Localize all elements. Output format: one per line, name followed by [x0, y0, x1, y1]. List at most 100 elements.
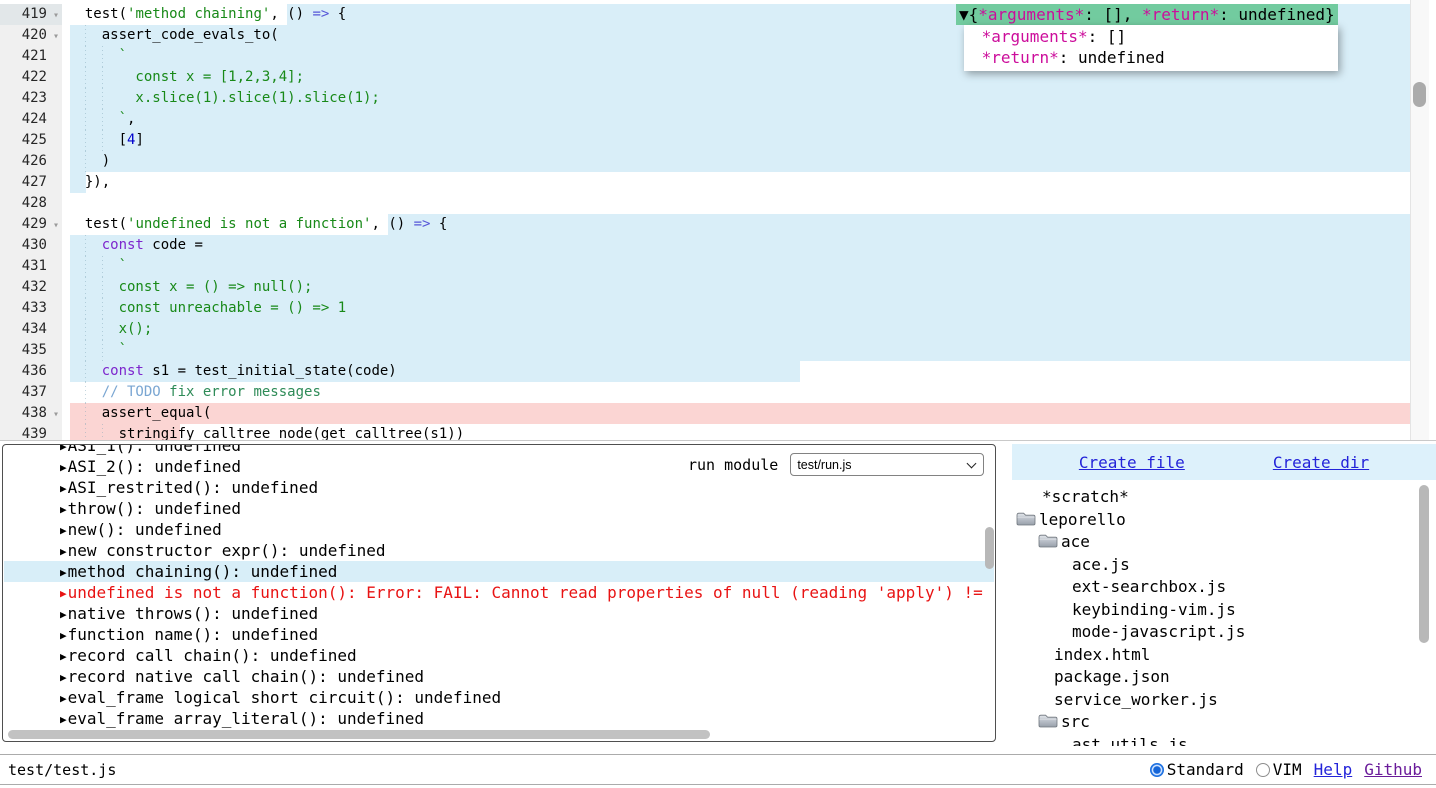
editor-scrollbar-track[interactable]: [1410, 0, 1429, 441]
code-line[interactable]: `,424: [0, 109, 1410, 130]
code-line[interactable]: `431: [0, 256, 1410, 277]
file-tree-label: ast_utils.js: [1072, 735, 1188, 747]
file-tree-file[interactable]: *scratch*: [1012, 486, 1422, 508]
calltree-node[interactable]: ▶eval_frame array_literal(): undefined: [4, 708, 994, 729]
calltree-node[interactable]: ▶new(): undefined: [4, 519, 994, 540]
code-line[interactable]: `435: [0, 340, 1410, 361]
run-module-select[interactable]: test/run.js: [790, 453, 984, 476]
calltree-node[interactable]: ▶new constructor expr(): undefined: [4, 540, 994, 561]
expand-arrow-icon[interactable]: ▶: [60, 587, 67, 600]
folder-icon: [1038, 712, 1058, 726]
calltree-node[interactable]: ▶function name(): undefined: [4, 624, 994, 645]
file-tree-file[interactable]: index.html: [1012, 644, 1422, 666]
code-line[interactable]: const x = () => null();432: [0, 277, 1410, 298]
calltree-node[interactable]: ▶undefined is not a function(): Error: F…: [4, 582, 994, 603]
calltree-vertical-scrollbar-thumb[interactable]: [985, 527, 994, 569]
file-tree-file[interactable]: ast_utils.js: [1012, 734, 1422, 747]
expand-arrow-icon[interactable]: ▶: [60, 566, 67, 579]
github-link[interactable]: Github: [1364, 760, 1422, 779]
file-tree-file[interactable]: package.json: [1012, 666, 1422, 688]
calltree-node[interactable]: ▶ASI_restrited(): undefined: [4, 477, 994, 498]
fold-arrow-icon[interactable]: ▾: [53, 215, 59, 236]
calltree-node[interactable]: ▶record call chain(): undefined: [4, 645, 994, 666]
radio-unselected-icon[interactable]: [1256, 763, 1270, 777]
help-link[interactable]: Help: [1314, 760, 1353, 779]
gutter-line-number[interactable]: 429▾: [0, 214, 62, 235]
editor-scrollbar-thumb[interactable]: [1413, 82, 1426, 107]
expand-arrow-icon[interactable]: ▶: [60, 692, 67, 705]
code-line[interactable]: x();434: [0, 319, 1410, 340]
keybinding-option-standard[interactable]: Standard: [1150, 760, 1244, 779]
code-token: `: [119, 111, 127, 127]
expand-arrow-icon[interactable]: ▶: [60, 629, 67, 642]
code-editor[interactable]: test('method chaining', () => {▼{*argume…: [0, 0, 1436, 441]
expand-arrow-icon[interactable]: ▶: [60, 482, 67, 495]
file-tree-folder[interactable]: ace: [1012, 531, 1422, 553]
code-token: *arguments*: [978, 5, 1084, 24]
expand-arrow-icon[interactable]: ▶: [60, 503, 67, 516]
file-tree-folder[interactable]: src: [1012, 711, 1422, 733]
calltree-horizontal-scrollbar-thumb[interactable]: [8, 730, 710, 739]
code-line[interactable]: x.slice(1).slice(1).slice(1);423: [0, 88, 1410, 109]
create-file-link[interactable]: Create file: [1079, 453, 1185, 472]
gutter-line-number[interactable]: 419▾: [0, 4, 62, 25]
gutter-line-number[interactable]: 420▾: [0, 25, 62, 46]
file-tree-file[interactable]: ext-searchbox.js: [1012, 576, 1422, 598]
expand-arrow-icon[interactable]: ▶: [60, 444, 67, 453]
code-token: [68, 258, 119, 274]
fold-arrow-icon[interactable]: ▾: [53, 5, 59, 26]
fold-arrow-icon[interactable]: ▾: [53, 404, 59, 425]
radio-selected-icon[interactable]: [1150, 763, 1164, 777]
calltree-node[interactable]: ▶eval_frame logical short circuit(): und…: [4, 687, 994, 708]
calltree-node[interactable]: ▶native throws(): undefined: [4, 603, 994, 624]
expand-arrow-icon[interactable]: ▶: [60, 545, 67, 558]
file-tree-file[interactable]: keybinding-vim.js: [1012, 599, 1422, 621]
create-dir-link[interactable]: Create dir: [1273, 453, 1369, 472]
code-token: ,: [270, 6, 287, 22]
calltree-node[interactable]: ▶record native call chain(): undefined: [4, 666, 994, 687]
expand-arrow-icon[interactable]: ▶: [60, 608, 67, 621]
calltree-node[interactable]: ▶throw(): undefined: [4, 498, 994, 519]
code-token: : undefined}: [1219, 5, 1335, 24]
file-tree-file[interactable]: service_worker.js: [1012, 689, 1422, 711]
code-line[interactable]: const s1 = test_initial_state(code)436: [0, 361, 1410, 382]
file-tree-label: keybinding-vim.js: [1072, 600, 1236, 619]
code-line[interactable]: const code =430: [0, 235, 1410, 256]
calltree-node[interactable]: ▶method chaining(): undefined: [4, 561, 994, 582]
inline-result-widget[interactable]: ▼{*arguments*: [], *return*: undefined}: [956, 4, 1338, 25]
gutter-line-number: 426: [0, 151, 62, 172]
code-line[interactable]: const unreachable = () => 1433: [0, 298, 1410, 319]
gutter-line-number[interactable]: 438▾: [0, 403, 62, 424]
result-popup-row[interactable]: *return*: undefined: [972, 47, 1330, 68]
code-token: code =: [144, 237, 203, 253]
code-line[interactable]: stringify_calltree_node(get_calltree(s1)…: [0, 424, 1410, 441]
code-line[interactable]: 428: [0, 193, 1410, 214]
file-tree-file[interactable]: ace.js: [1012, 554, 1422, 576]
execution-highlight: [70, 340, 1410, 361]
code-line[interactable]: [4]425: [0, 130, 1410, 151]
expand-arrow-icon[interactable]: ▶: [60, 461, 67, 474]
expand-arrow-icon[interactable]: ▶: [60, 524, 67, 537]
expand-arrow-icon[interactable]: ▶: [60, 671, 67, 684]
file-tree-folder[interactable]: leporello: [1012, 509, 1422, 531]
code-line[interactable]: test('undefined is not a function', () =…: [0, 214, 1410, 235]
code-line[interactable]: // TODO fix error messages437: [0, 382, 1410, 403]
file-tree-scrollbar-thumb[interactable]: [1419, 485, 1429, 643]
code-token: [68, 237, 102, 253]
keybinding-option-vim[interactable]: VIM: [1256, 760, 1302, 779]
code-line[interactable]: test('method chaining', () => {▼{*argume…: [0, 4, 1410, 25]
result-popup-row[interactable]: *arguments*: []: [972, 26, 1330, 47]
file-tree-label: ace.js: [1072, 555, 1130, 574]
calltree-panel[interactable]: ▶ASI_1(): undefined▶ASI_2(): undefined▶A…: [2, 444, 996, 742]
code-text: const x = [1,2,3,4];: [68, 67, 304, 88]
expand-arrow-icon[interactable]: ▶: [60, 650, 67, 663]
code-line[interactable]: }),427: [0, 172, 1410, 193]
code-line[interactable]: )426: [0, 151, 1410, 172]
file-tree-file[interactable]: mode-javascript.js: [1012, 621, 1422, 643]
result-popup[interactable]: *arguments*: [] *return*: undefined: [964, 25, 1338, 71]
fold-arrow-icon[interactable]: ▾: [53, 26, 59, 47]
code-line[interactable]: assert_equal(438▾: [0, 403, 1410, 424]
calltree-node-label: function name(): undefined: [68, 625, 318, 644]
code-token: : [],: [1084, 5, 1142, 24]
expand-arrow-icon[interactable]: ▶: [60, 713, 67, 726]
